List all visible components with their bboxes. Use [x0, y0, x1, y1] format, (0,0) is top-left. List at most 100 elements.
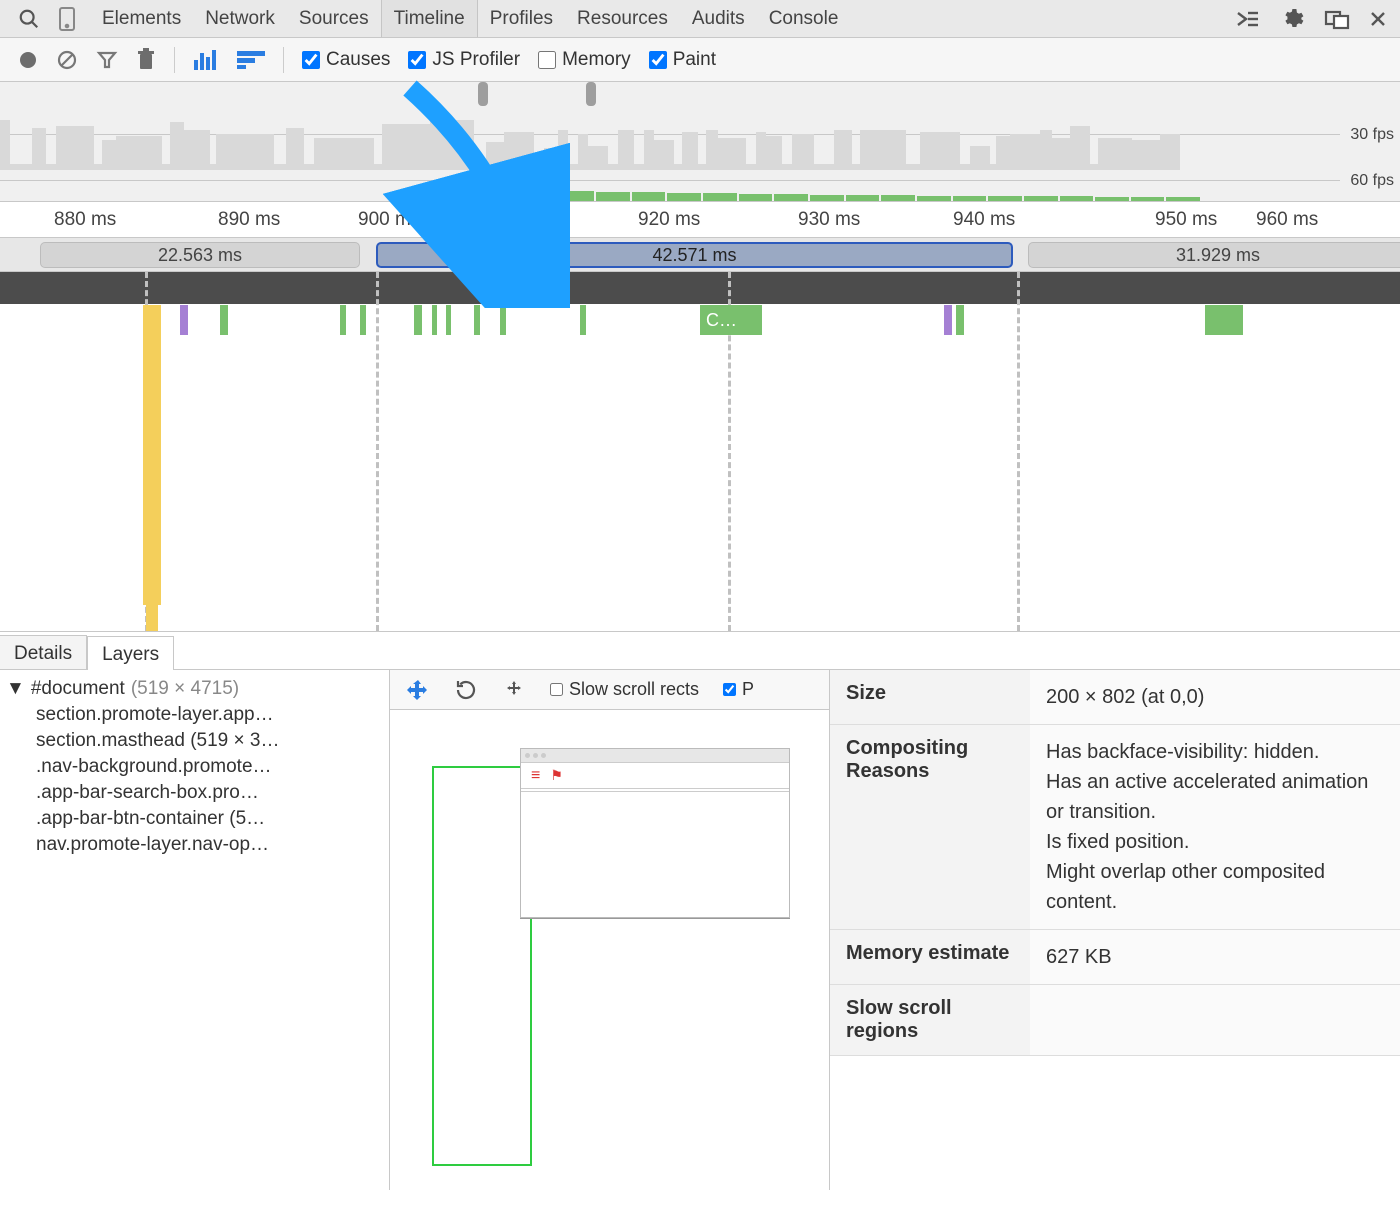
overview-paint-strip [489, 189, 1200, 201]
tab-console[interactable]: Console [757, 0, 851, 37]
overview-marker[interactable] [478, 82, 488, 106]
ruler-tick: 920 ms [638, 209, 700, 231]
layer-outline: ≡ ⚑ [520, 748, 790, 918]
flame-block[interactable] [956, 305, 964, 335]
clear-icon[interactable] [56, 49, 78, 71]
tab-audits[interactable]: Audits [680, 0, 757, 37]
frame-boundary [1017, 272, 1020, 631]
timeline-ruler[interactable]: 880 ms890 ms900 msms920 ms930 ms940 ms95… [0, 202, 1400, 238]
flame-block[interactable] [180, 305, 188, 335]
tree-item[interactable]: .nav-background.promote… [6, 756, 383, 778]
layer-outline-selected [432, 766, 532, 1166]
hamburger-icon: ≡ [531, 767, 540, 785]
tree-item[interactable]: .app-bar-btn-container (5… [6, 808, 383, 830]
main-tabs: Elements Network Sources Timeline Profil… [90, 0, 850, 37]
frame-pill[interactable]: 22.563 ms [40, 242, 360, 268]
ruler-tick: 940 ms [953, 209, 1015, 231]
timeline-toolbar: Causes JS Profiler Memory Paint [0, 38, 1400, 82]
memory-checkbox-input[interactable] [538, 51, 556, 69]
flame-block[interactable] [360, 305, 366, 335]
tab-layers[interactable]: Layers [87, 636, 174, 670]
info-value: 627 KB [1030, 930, 1400, 985]
tree-root-dim: (519 × 4715) [131, 678, 239, 700]
info-label: Compositing Reasons [830, 725, 1030, 930]
overview-marker[interactable] [586, 82, 596, 106]
flame-block[interactable] [1205, 305, 1243, 335]
flame-block[interactable] [580, 305, 586, 335]
timeline-overview[interactable]: 30 fps 60 fps [0, 82, 1400, 202]
flame-block-composite[interactable]: C… [700, 305, 762, 335]
preview-canvas[interactable]: ≡ ⚑ [390, 710, 829, 1190]
partial-label: P [742, 679, 754, 700]
info-label: Slow scroll regions [830, 985, 1030, 1056]
drawer-toggle-icon[interactable] [1236, 9, 1260, 29]
tree-item[interactable]: nav.promote-layer.nav-op… [6, 834, 383, 856]
flame-block[interactable] [414, 305, 422, 335]
jsprofiler-checkbox[interactable]: JS Profiler [408, 49, 520, 71]
tab-network[interactable]: Network [193, 0, 287, 37]
record-icon[interactable] [18, 50, 38, 70]
flame-block[interactable] [220, 305, 228, 335]
gear-icon[interactable] [1280, 7, 1304, 31]
slow-scroll-rects-label: Slow scroll rects [569, 679, 699, 700]
garbage-collect-icon[interactable] [136, 48, 156, 72]
slow-scroll-rects-input[interactable] [550, 683, 563, 696]
causes-label: Causes [326, 49, 390, 71]
layer-outline [520, 918, 790, 919]
layers-panel: ▼ #document (519 × 4715) section.promote… [0, 670, 1400, 1190]
frames-view-icon[interactable] [193, 50, 219, 70]
flame-block-scripting[interactable] [143, 305, 161, 605]
ruler-tick: 900 ms [358, 209, 420, 231]
close-icon[interactable] [1370, 11, 1386, 27]
paint-checkbox[interactable]: Paint [649, 49, 716, 71]
memory-label: Memory [562, 49, 631, 71]
flame-view-icon[interactable] [237, 51, 265, 69]
device-mode-icon[interactable] [58, 6, 76, 32]
tree-item[interactable]: section.promote-layer.app… [6, 704, 383, 726]
flame-block[interactable] [474, 305, 480, 335]
tab-resources[interactable]: Resources [565, 0, 680, 37]
tree-item[interactable]: .app-bar-search-box.pro… [6, 782, 383, 804]
layers-tree[interactable]: ▼ #document (519 × 4715) section.promote… [0, 670, 390, 1190]
flame-block[interactable] [340, 305, 346, 335]
layer-info-table: Size200 × 802 (at 0,0)Compositing Reason… [830, 670, 1400, 1190]
reset-view-icon[interactable] [502, 678, 526, 702]
slow-scroll-rects-checkbox[interactable]: Slow scroll rects [550, 679, 699, 700]
info-value [1030, 985, 1400, 1056]
flame-block[interactable] [944, 305, 952, 335]
tree-item[interactable]: section.masthead (519 × 3… [6, 730, 383, 752]
flame-chart[interactable]: C… [0, 272, 1400, 632]
frame-pill[interactable]: 31.929 ms [1028, 242, 1400, 268]
partial-checkbox[interactable]: P [723, 679, 754, 700]
rotate-icon[interactable] [454, 678, 478, 702]
filter-icon[interactable] [96, 49, 118, 71]
jsprofiler-label: JS Profiler [432, 49, 520, 71]
causes-checkbox-input[interactable] [302, 51, 320, 69]
tree-expand-icon[interactable]: ▼ [6, 678, 25, 700]
tree-root-name[interactable]: #document [31, 678, 125, 700]
jsprofiler-checkbox-input[interactable] [408, 51, 426, 69]
flame-block[interactable] [446, 305, 451, 335]
search-icon[interactable] [18, 8, 40, 30]
frame-pill[interactable]: 42.571 ms [376, 242, 1013, 268]
info-value: Has backface-visibility: hidden.Has an a… [1030, 725, 1400, 930]
info-label: Size [830, 670, 1030, 725]
tab-details[interactable]: Details [0, 635, 87, 669]
tab-elements[interactable]: Elements [90, 0, 193, 37]
paint-checkbox-input[interactable] [649, 51, 667, 69]
dock-icon[interactable] [1324, 8, 1350, 30]
flag-icon: ⚑ [550, 767, 563, 784]
partial-input[interactable] [723, 683, 736, 696]
frames-row[interactable]: 22.563 ms 42.571 ms 31.929 ms [0, 238, 1400, 272]
details-tabs: Details Layers [0, 632, 1400, 670]
flame-block[interactable] [432, 305, 437, 335]
tab-sources[interactable]: Sources [287, 0, 381, 37]
tab-timeline[interactable]: Timeline [381, 0, 478, 37]
info-label: Memory estimate [830, 930, 1030, 985]
pan-icon[interactable] [406, 678, 430, 702]
flame-block[interactable] [500, 305, 506, 335]
causes-checkbox[interactable]: Causes [302, 49, 390, 71]
ruler-tick: ms [536, 209, 561, 231]
tab-profiles[interactable]: Profiles [478, 0, 565, 37]
memory-checkbox[interactable]: Memory [538, 49, 631, 71]
